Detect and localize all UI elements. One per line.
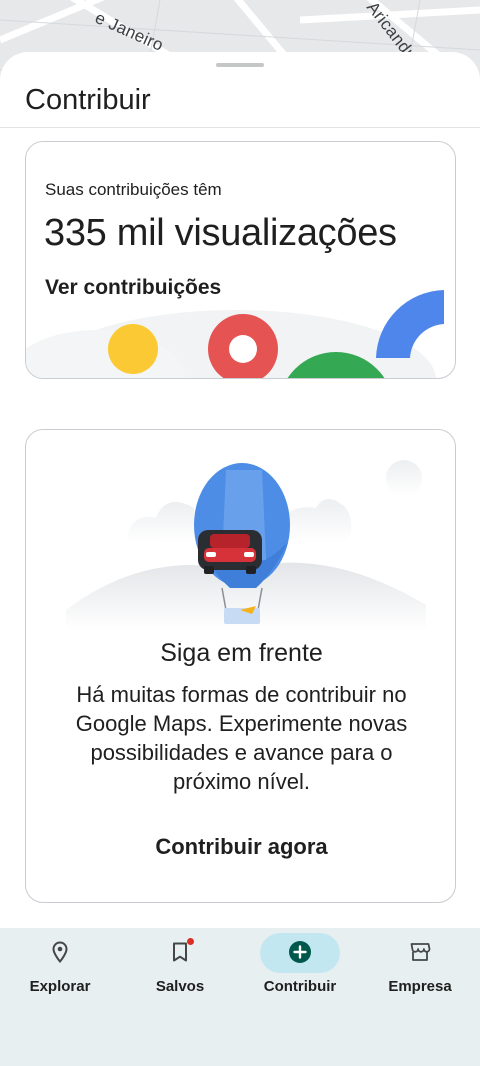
contribute-now-button[interactable]: Contribuir agora xyxy=(26,834,455,860)
contribute-sheet: Contribuir Suas contribuições têm 335 mi… xyxy=(0,52,480,1066)
nav-label: Contribuir xyxy=(263,978,337,995)
balloon-illustration xyxy=(66,460,426,630)
nav-business[interactable]: Empresa xyxy=(360,928,480,1008)
notification-badge xyxy=(187,938,194,945)
nav-explore[interactable]: Explorar xyxy=(0,928,120,1008)
storefront-icon xyxy=(410,943,431,961)
drag-handle[interactable] xyxy=(216,63,264,67)
page-title: Contribuir xyxy=(25,84,151,116)
stats-subtitle: Suas contribuições têm xyxy=(45,180,222,199)
bottom-navigation: Explorar Salvos Contribuir Empresa xyxy=(0,928,480,1066)
location-pin-icon xyxy=(52,941,68,964)
encourage-body: Há muitas formas de contribuir no Google… xyxy=(75,682,408,794)
add-circle-icon xyxy=(289,941,311,963)
nav-contribute[interactable]: Contribuir xyxy=(240,928,360,1008)
stats-decoration xyxy=(26,290,444,378)
views-count: 335 mil visualizações xyxy=(44,212,397,254)
encourage-title: Siga em frente xyxy=(160,639,323,667)
nav-label: Salvos xyxy=(155,978,205,995)
nav-label: Explorar xyxy=(29,978,91,995)
contributions-stats-card[interactable]: Suas contribuições têm 335 mil visualiza… xyxy=(25,141,456,379)
divider xyxy=(0,127,480,128)
nav-label: Empresa xyxy=(388,978,452,995)
encourage-card: Siga em frente Há muitas formas de contr… xyxy=(25,429,456,903)
view-contributions-link[interactable]: Ver contribuições xyxy=(45,276,221,300)
nav-saved[interactable]: Salvos xyxy=(120,928,240,1008)
